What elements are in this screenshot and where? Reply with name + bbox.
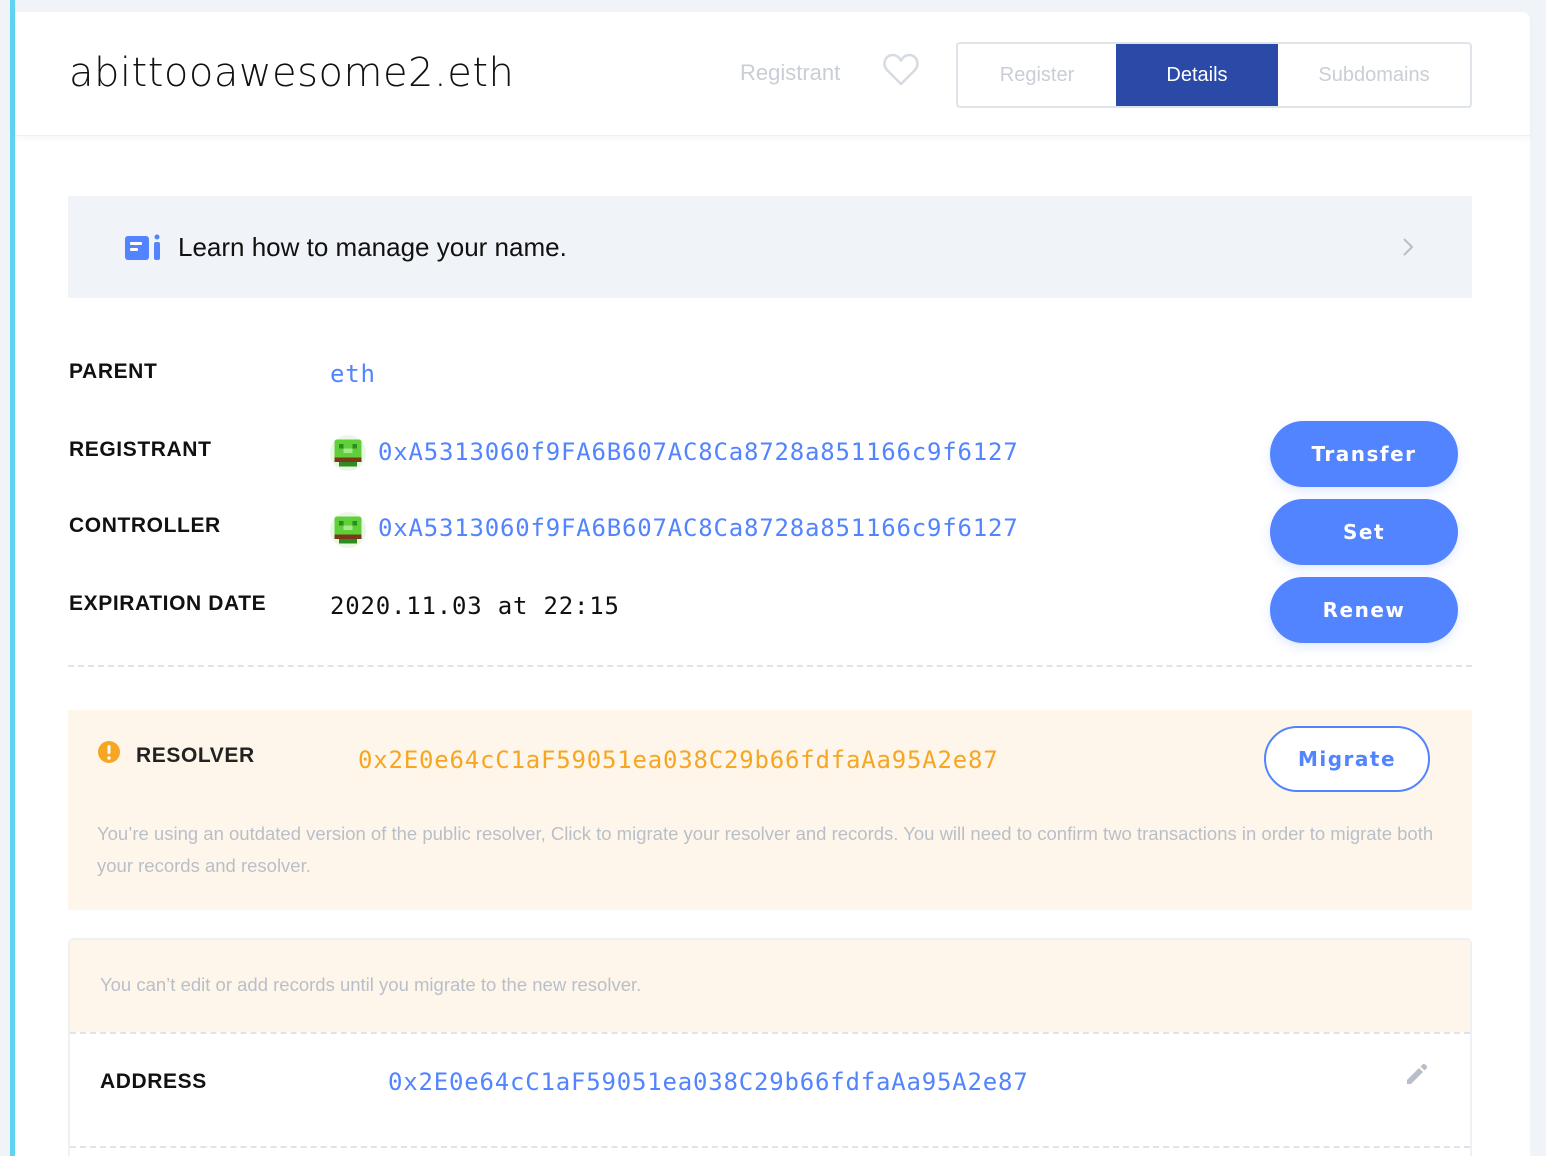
- page-header: abittooawesome2.eth Registrant Register …: [15, 12, 1530, 136]
- expiration-label: EXPIRATION DATE: [69, 592, 267, 615]
- learn-banner-text: Learn how to manage your name.: [178, 232, 567, 262]
- controller-label: CONTROLLER: [69, 514, 221, 537]
- resolver-warning-note: You’re using an outdated version of the …: [97, 823, 1434, 876]
- controller-avatar: [330, 512, 366, 548]
- records-divider: [70, 1032, 1470, 1034]
- expiration-date: 2020.11.03 at 22:15: [330, 592, 620, 620]
- registrant-address[interactable]: 0xA5313060f9FA6B607AC8Ca8728a851166c9f61…: [378, 438, 1018, 466]
- registrant-avatar: [330, 435, 366, 471]
- set-button[interactable]: Set: [1270, 499, 1458, 565]
- address-record-value[interactable]: 0x2E0e64cC1aF59051ea038C29b66fdfaAa95A2e…: [388, 1068, 1028, 1096]
- resolver-label: RESOLVER: [136, 744, 255, 767]
- section-divider: [68, 665, 1472, 667]
- renew-button[interactable]: Renew: [1270, 577, 1458, 643]
- records-notice: You can’t edit or add records until you …: [70, 940, 1470, 1032]
- resolver-section: RESOLVER 0x2E0e64cC1aF59051ea038C29b66fd…: [68, 710, 1472, 910]
- chevron-right-icon: [1403, 238, 1414, 256]
- address-record-label: ADDRESS: [100, 1070, 207, 1093]
- transfer-button[interactable]: Transfer: [1270, 421, 1458, 487]
- book-icon: [125, 234, 160, 260]
- parent-link[interactable]: eth: [330, 360, 376, 388]
- migrate-button[interactable]: Migrate: [1264, 726, 1430, 792]
- controller-address[interactable]: 0xA5313060f9FA6B607AC8Ca8728a851166c9f61…: [378, 514, 1018, 542]
- registrant-label: REGISTRANT: [69, 438, 212, 461]
- pencil-icon[interactable]: [1403, 1060, 1431, 1088]
- domain-title: abittooawesome2.eth: [69, 50, 515, 96]
- records-divider-bottom: [70, 1146, 1470, 1148]
- tab-bar: Register Details Subdomains: [956, 42, 1472, 108]
- tab-details[interactable]: Details: [1116, 44, 1278, 106]
- tab-subdomains[interactable]: Subdomains: [1278, 44, 1470, 106]
- resolver-address[interactable]: 0x2E0e64cC1aF59051ea038C29b66fdfaAa95A2e…: [358, 746, 998, 774]
- learn-banner[interactable]: Learn how to manage your name.: [68, 196, 1472, 298]
- tab-register[interactable]: Register: [958, 44, 1116, 106]
- registrant-link[interactable]: Registrant: [740, 60, 840, 86]
- name-details-card: abittooawesome2.eth Registrant Register …: [15, 12, 1530, 1156]
- parent-label: PARENT: [69, 360, 158, 383]
- records-notice-text: You can’t edit or add records until you …: [100, 974, 642, 995]
- warning-icon: [98, 741, 120, 763]
- heart-icon[interactable]: [881, 50, 921, 90]
- records-section: You can’t edit or add records until you …: [68, 938, 1472, 1156]
